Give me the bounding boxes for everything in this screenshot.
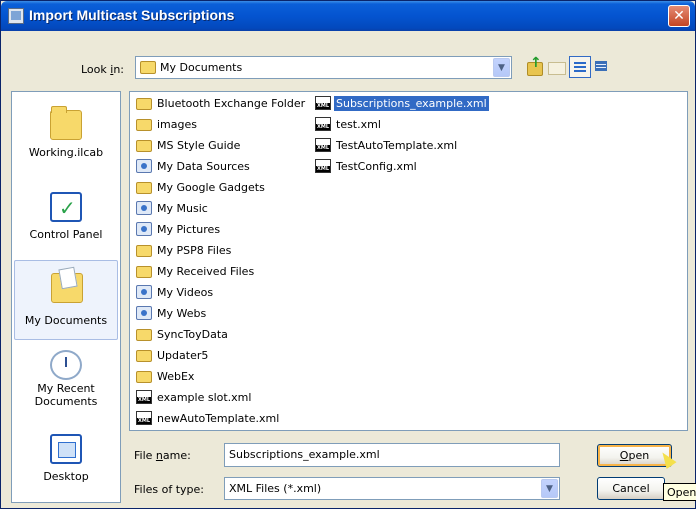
list-item[interactable]: TestAutoTemplate.xml bbox=[315, 136, 459, 154]
folder-icon bbox=[136, 245, 152, 257]
place-working-ilcab[interactable]: Working.ilcab bbox=[14, 98, 118, 172]
my-documents-icon bbox=[140, 61, 156, 74]
list-item[interactable]: My Music bbox=[136, 199, 210, 217]
place-desktop[interactable]: Desktop bbox=[14, 422, 118, 496]
chevron-down-icon[interactable]: ▼ bbox=[493, 58, 510, 77]
desktop-icon bbox=[50, 434, 82, 464]
folder-icon bbox=[136, 266, 152, 278]
list-item[interactable]: MS Style Guide bbox=[136, 136, 242, 154]
folder-icon bbox=[136, 140, 152, 152]
list-item[interactable]: test.xml bbox=[315, 115, 383, 133]
list-item[interactable]: My Webs bbox=[136, 304, 208, 322]
list-item[interactable]: My Google Gadgets bbox=[136, 178, 267, 196]
list-item-selected[interactable]: Subscriptions_example.xml bbox=[315, 94, 489, 112]
pictures-folder-icon bbox=[136, 222, 152, 236]
list-item[interactable]: My Data Sources bbox=[136, 157, 252, 175]
window-icon bbox=[8, 8, 24, 24]
xml-file-icon bbox=[136, 411, 152, 425]
new-folder-icon[interactable] bbox=[546, 56, 568, 78]
file-type-select[interactable]: XML Files (*.xml) ▼ bbox=[224, 477, 560, 500]
xml-file-icon bbox=[315, 159, 331, 173]
place-control-panel[interactable]: Control Panel bbox=[14, 180, 118, 254]
place-recent-documents[interactable]: My Recent Documents bbox=[14, 342, 118, 420]
list-item[interactable]: My PSP8 Files bbox=[136, 241, 233, 259]
folder-icon bbox=[136, 182, 152, 194]
videos-folder-icon bbox=[136, 285, 152, 299]
xml-file-icon bbox=[136, 390, 152, 404]
import-dialog: Import Multicast Subscriptions ✕ Look in… bbox=[0, 0, 696, 509]
folder-icon bbox=[136, 371, 152, 383]
folder-icon bbox=[136, 98, 152, 110]
tooltip: Open bbox=[663, 483, 696, 501]
xml-file-icon bbox=[315, 138, 331, 152]
file-name-input[interactable]: Subscriptions_example.xml bbox=[224, 443, 560, 467]
file-name-label: File name: bbox=[134, 449, 191, 462]
window-title: Import Multicast Subscriptions bbox=[29, 7, 235, 23]
places-bar: Working.ilcab Control Panel My Documents… bbox=[11, 91, 121, 503]
folder-icon bbox=[136, 329, 152, 341]
folder-icon bbox=[136, 350, 152, 362]
list-item[interactable]: images bbox=[136, 115, 199, 133]
folder-icon bbox=[136, 119, 152, 131]
xml-file-icon bbox=[315, 117, 331, 131]
list-item[interactable]: Bluetooth Exchange Folder bbox=[136, 94, 307, 112]
music-folder-icon bbox=[136, 201, 152, 215]
xml-file-icon bbox=[315, 96, 331, 110]
close-button[interactable]: ✕ bbox=[668, 5, 690, 27]
list-item[interactable]: My Pictures bbox=[136, 220, 222, 238]
place-my-documents[interactable]: My Documents bbox=[14, 260, 118, 340]
cancel-button[interactable]: Cancel bbox=[597, 477, 665, 500]
chevron-down-icon[interactable]: ▼ bbox=[541, 479, 558, 498]
folder-icon bbox=[50, 106, 82, 140]
look-in-label: Look in: bbox=[81, 63, 125, 76]
look-in-combo[interactable]: My Documents ▼ bbox=[135, 56, 512, 79]
list-item[interactable]: My Received Files bbox=[136, 262, 256, 280]
file-list[interactable]: Bluetooth Exchange Folder images MS Styl… bbox=[129, 91, 688, 431]
webs-folder-icon bbox=[136, 306, 152, 320]
control-panel-icon bbox=[50, 192, 82, 222]
up-one-level-icon[interactable] bbox=[523, 55, 545, 78]
file-type-label: Files of type: bbox=[134, 483, 205, 496]
look-in-value: My Documents bbox=[160, 61, 243, 74]
my-documents-icon bbox=[51, 273, 83, 303]
list-item[interactable]: My Videos bbox=[136, 283, 215, 301]
list-item[interactable]: Updater5 bbox=[136, 346, 210, 364]
list-item[interactable]: example slot.xml bbox=[136, 388, 253, 406]
list-item[interactable]: WebEx bbox=[136, 367, 196, 385]
list-item[interactable]: SyncToyData bbox=[136, 325, 230, 343]
details-view-icon[interactable] bbox=[591, 56, 613, 78]
list-item[interactable]: TestConfig.xml bbox=[315, 157, 419, 175]
list-view-icon[interactable] bbox=[569, 56, 591, 78]
title-bar[interactable]: Import Multicast Subscriptions ✕ bbox=[1, 1, 695, 31]
recent-documents-icon bbox=[50, 350, 82, 380]
list-item[interactable]: newAutoTemplate.xml bbox=[136, 409, 281, 427]
data-sources-icon bbox=[136, 159, 152, 173]
